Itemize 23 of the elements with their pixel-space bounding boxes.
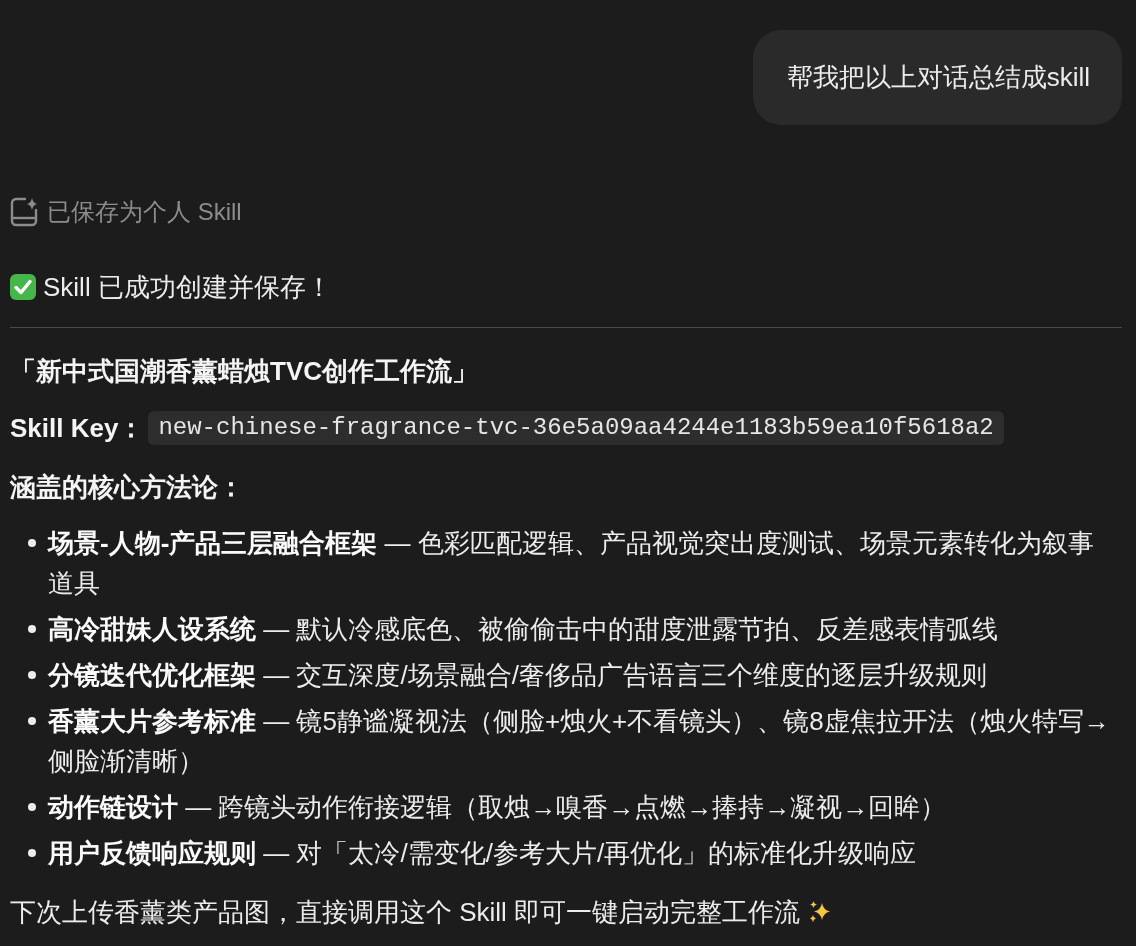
bullet-icon <box>28 717 36 725</box>
skill-title: 「新中式国潮香薰蜡烛TVC创作工作流」 <box>10 355 479 388</box>
footer-message: 下次上传香薰类产品图，直接调用这个 Skill 即可一键启动完整工作流 <box>10 896 801 929</box>
method-item: 香薰大片参考标准 — 镜5静谧凝视法（侧脸+烛火+不看镜头）、镜8虚焦拉开法（烛火特写→侧脸渐清晰） <box>48 705 1111 778</box>
methods-heading: 涵盖的核心方法论： <box>10 471 245 504</box>
method-item: 高冷甜妹人设系统 — 默认冷感底色、被偷偷击中的甜度泄露节拍、反差感表情弧线 <box>48 613 999 646</box>
bullet-icon <box>28 849 36 857</box>
bullet-icon <box>28 803 36 811</box>
status-message: Skill 已成功创建并保存！ <box>43 271 332 304</box>
method-item: 场景-人物-产品三层融合框架 — 色彩匹配逻辑、产品视觉突出度测试、场景元素转化为叙事道具 <box>48 527 1095 600</box>
document-sparkle-icon <box>10 197 38 227</box>
user-message-bubble: 帮我把以上对话总结成skill <box>752 30 1122 125</box>
bullet-icon <box>28 539 36 547</box>
skill-key-label: Skill Key： <box>10 412 145 445</box>
method-item: 用户反馈响应规则 — 对「太冷/需变化/参考大片/再优化」的标准化升级响应 <box>48 837 917 870</box>
skill-key-code: new-chinese-fragrance-tvc-36e5a09aa4244e1183b59ea10f5618a2 <box>148 411 1004 445</box>
bullet-icon <box>28 625 36 633</box>
method-item: 分镜迭代优化框架 — 交互深度/场景融合/奢侈品广告语言三个维度的逐层升级规则 <box>48 659 987 692</box>
bullet-icon <box>28 671 36 679</box>
sparkles-icon <box>808 900 833 924</box>
method-item: 动作链设计 — 跨镜头动作衔接逻辑（取烛→嗅香→点燃→捧持→凝视→回眸） <box>48 791 947 824</box>
saved-notice-text: 已保存为个人 Skill <box>47 197 242 227</box>
check-mark-icon <box>10 274 36 300</box>
